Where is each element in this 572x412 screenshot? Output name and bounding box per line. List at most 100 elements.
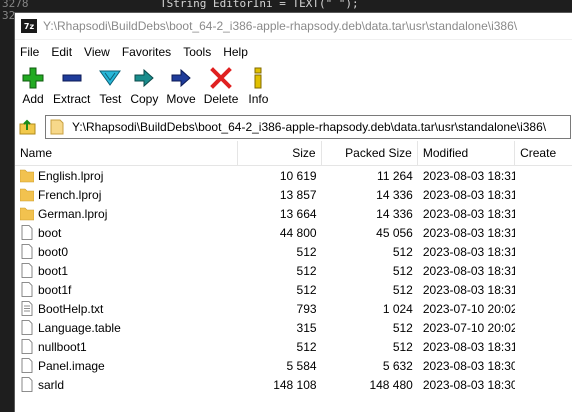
folder-up-button[interactable] [18, 117, 38, 137]
file-modified: 2023-08-03 18:31 [422, 339, 516, 354]
file-row[interactable]: nullboot1 512 512 2023-08-03 18:31 [15, 337, 572, 356]
file-name: Panel.image [38, 358, 105, 373]
folder-icon [20, 207, 34, 221]
file-name: English.lproj [38, 168, 104, 183]
delete-icon [209, 66, 233, 90]
folder-icon [50, 119, 66, 135]
copy-icon [132, 66, 156, 90]
address-field[interactable]: Y:\Rhapsodi\BuildDebs\boot_64-2_i386-app… [45, 115, 571, 139]
address-path: Y:\Rhapsodi\BuildDebs\boot_64-2_i386-app… [72, 120, 547, 134]
file-modified: 2023-07-10 20:02 [422, 320, 516, 335]
text-file-icon [21, 301, 33, 316]
add-label: Add [22, 92, 44, 106]
column-header-size[interactable]: Size [238, 141, 322, 165]
file-modified: 2023-08-03 18:31 [422, 225, 516, 240]
menu-tools[interactable]: Tools [177, 45, 217, 59]
file-row[interactable]: boot 44 800 45 056 2023-08-03 18:31 [15, 223, 572, 242]
file-row[interactable]: Panel.image 5 584 5 632 2023-08-03 18:30 [15, 356, 572, 375]
menu-favorites[interactable]: Favorites [116, 45, 177, 59]
file-icon [21, 320, 33, 335]
test-icon [98, 66, 122, 90]
file-name: boot1f [38, 282, 72, 297]
copy-button[interactable]: Copy [126, 64, 162, 106]
delete-button[interactable]: Delete [200, 64, 243, 106]
file-icon [21, 282, 33, 297]
file-packed-size: 11 264 [377, 168, 413, 183]
file-packed-size: 1 024 [382, 301, 413, 316]
file-name: boot0 [38, 244, 69, 259]
file-row[interactable]: boot0 512 512 2023-08-03 18:31 [15, 242, 572, 261]
file-packed-size: 512 [392, 282, 413, 297]
file-packed-size: 512 [392, 320, 413, 335]
file-size: 10 619 [279, 168, 317, 183]
file-name: boot [38, 225, 62, 240]
file-packed-size: 45 056 [376, 225, 413, 240]
folder-icon [20, 169, 34, 183]
file-modified: 2023-08-03 18:31 [422, 187, 516, 202]
file-modified: 2023-08-03 18:30 [422, 377, 516, 392]
move-icon [169, 66, 193, 90]
file-modified: 2023-08-03 18:31 [422, 263, 516, 278]
file-modified: 2023-08-03 18:31 [422, 244, 516, 259]
file-packed-size: 14 336 [376, 187, 413, 202]
file-name: boot1 [38, 263, 69, 278]
file-icon [21, 244, 33, 259]
file-name-cell: boot [15, 225, 238, 240]
copy-label: Copy [130, 92, 159, 106]
file-size: 13 857 [279, 187, 317, 202]
menu-file[interactable]: File [15, 45, 45, 59]
extract-icon [60, 66, 84, 90]
file-name-cell: BootHelp.txt [15, 301, 238, 316]
file-name: nullboot1 [38, 339, 87, 354]
column-header-created[interactable]: Create [515, 141, 572, 165]
file-icon [21, 263, 33, 278]
app-logo-icon: 7z [21, 19, 37, 33]
column-header-modified[interactable]: Modified [418, 141, 516, 165]
move-button[interactable]: Move [162, 64, 199, 106]
extract-label: Extract [53, 92, 91, 106]
file-name-cell: boot1f [15, 282, 238, 297]
file-name-cell: boot1 [15, 263, 238, 278]
file-packed-size: 512 [392, 263, 413, 278]
extract-button[interactable]: Extract [49, 64, 94, 106]
file-row[interactable]: boot1 512 512 2023-08-03 18:31 [15, 261, 572, 280]
add-icon [21, 66, 45, 90]
file-modified: 2023-08-03 18:31 [422, 282, 516, 297]
column-header-row: Name Size Packed Size Modified Create [15, 141, 572, 166]
file-name: sarld [38, 377, 65, 392]
file-packed-size: 5 632 [382, 358, 413, 373]
file-size: 148 108 [273, 377, 317, 392]
file-row[interactable]: sarld 148 108 148 480 2023-08-03 18:30 [15, 375, 572, 394]
menu-edit[interactable]: Edit [45, 45, 78, 59]
add-button[interactable]: Add [17, 64, 49, 106]
address-bar: Y:\Rhapsodi\BuildDebs\boot_64-2_i386-app… [15, 114, 572, 140]
file-row[interactable]: Language.table 315 512 2023-07-10 20:02 [15, 318, 572, 337]
column-header-packed-size[interactable]: Packed Size [322, 141, 418, 165]
file-row[interactable]: BootHelp.txt 793 1 024 2023-07-10 20:02 [15, 299, 572, 318]
folder-icon [20, 188, 34, 202]
file-modified: 2023-07-10 20:02 [422, 301, 516, 316]
file-modified: 2023-08-03 18:31 [422, 206, 516, 221]
file-row[interactable]: boot1f 512 512 2023-08-03 18:31 [15, 280, 572, 299]
column-header-name[interactable]: Name [15, 141, 238, 165]
menu-help[interactable]: Help [217, 45, 254, 59]
file-name-cell: French.lproj [15, 187, 238, 202]
file-size: 512 [296, 263, 317, 278]
file-row[interactable]: English.lproj 10 619 11 264 2023-08-03 18:3… [15, 166, 572, 185]
title-bar[interactable]: 7z Y:\Rhapsodi\BuildDebs\boot_64-2_i386-… [15, 13, 572, 40]
file-size: 13 664 [279, 206, 317, 221]
info-button[interactable]: Info [242, 64, 274, 106]
info-label: Info [248, 92, 269, 106]
folder-up-icon [19, 119, 36, 135]
menu-view[interactable]: View [78, 45, 116, 59]
file-size: 793 [296, 301, 317, 316]
file-size: 512 [296, 244, 317, 259]
file-packed-size: 148 480 [369, 377, 413, 392]
file-icon [21, 339, 33, 354]
file-name: Language.table [38, 320, 121, 335]
file-row[interactable]: French.lproj 13 857 14 336 2023-08-03 18:31 [15, 185, 572, 204]
test-button[interactable]: Test [94, 64, 126, 106]
file-size: 5 584 [286, 358, 317, 373]
file-name: French.lproj [38, 187, 102, 202]
file-row[interactable]: German.lproj 13 664 14 336 2023-08-03 18:31 [15, 204, 572, 223]
